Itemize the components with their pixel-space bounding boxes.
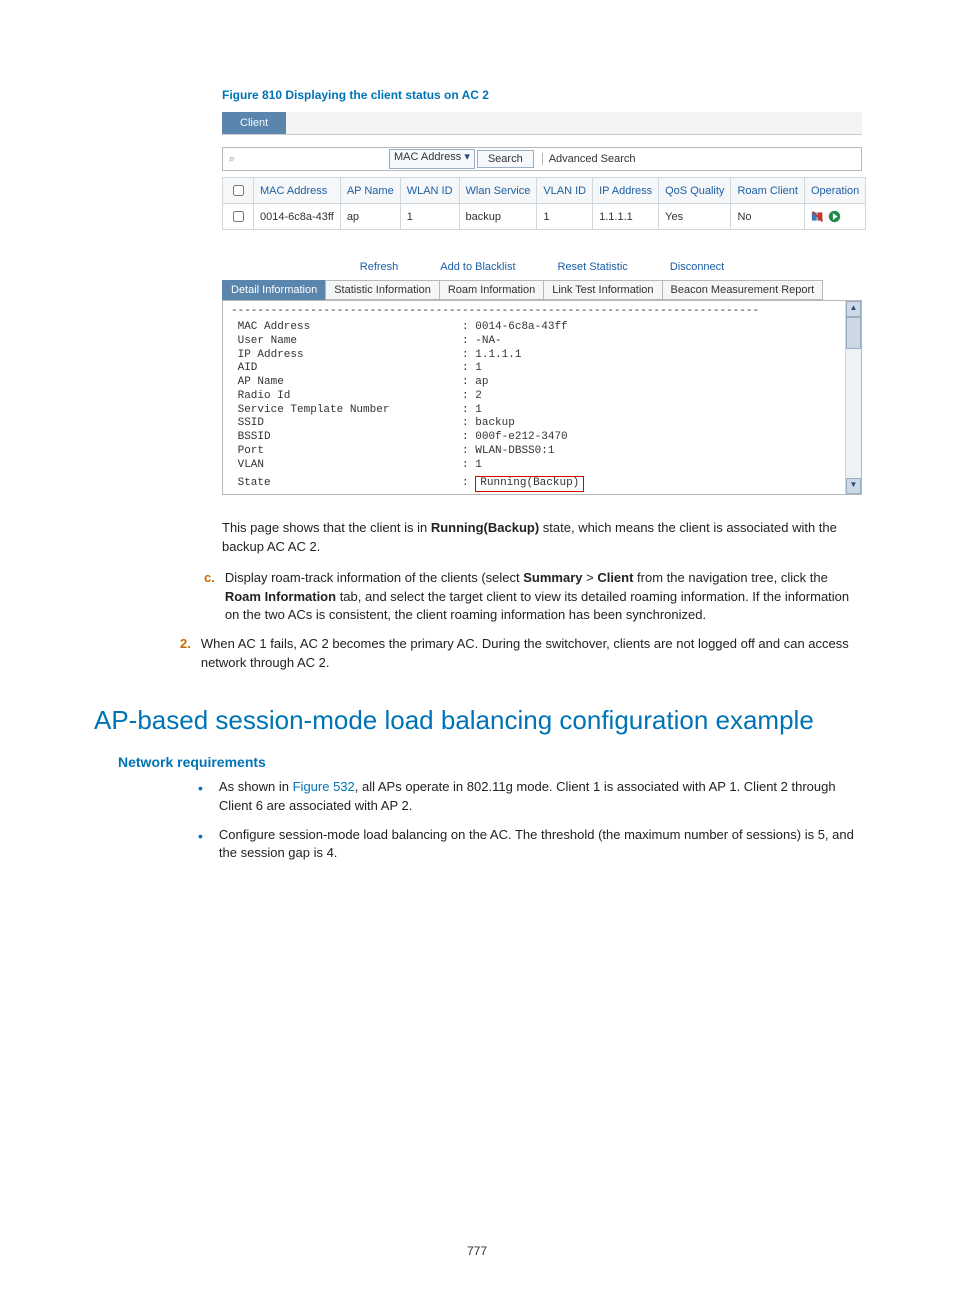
search-icon: ⌕: [225, 153, 239, 166]
col-roam[interactable]: Roam Client: [731, 178, 805, 204]
select-all-header[interactable]: [223, 178, 254, 204]
cell-operation: [804, 204, 865, 230]
subtab-row: Detail Information Statistic Information…: [222, 280, 862, 300]
tab-client[interactable]: Client: [222, 112, 286, 134]
embedded-screenshot: Client ⌕ MAC Address ▾ Search Advanced S…: [222, 112, 862, 495]
col-ip[interactable]: IP Address: [593, 178, 659, 204]
cell-qos: Yes: [659, 204, 731, 230]
text: Display roam-track information of the cl…: [225, 570, 523, 585]
bullet-icon: •: [198, 826, 203, 864]
paragraph-running-backup: This page shows that the client is in Ru…: [222, 519, 862, 557]
cell-service: backup: [459, 204, 537, 230]
text: This page shows that the client is in: [222, 520, 431, 535]
col-wlanid[interactable]: WLAN ID: [400, 178, 459, 204]
figure-link[interactable]: Figure 532: [293, 779, 355, 794]
advanced-search-link[interactable]: Advanced Search: [542, 153, 636, 165]
row-checkbox[interactable]: [233, 211, 244, 222]
text-bold: Running(Backup): [431, 520, 539, 535]
col-op[interactable]: Operation: [804, 178, 865, 204]
subtab-roam[interactable]: Roam Information: [439, 280, 544, 300]
col-vlan[interactable]: VLAN ID: [537, 178, 593, 204]
subheading-network-req: Network requirements: [118, 754, 860, 770]
cell-roam: No: [731, 204, 805, 230]
bullet-item: • Configure session-mode load balancing …: [198, 826, 860, 864]
bullet-item: • As shown in Figure 532, all APs operat…: [198, 778, 860, 816]
subtab-beacon[interactable]: Beacon Measurement Report: [662, 280, 824, 300]
cell-ip: 1.1.1.1: [593, 204, 659, 230]
scrollbar[interactable]: ▲ ▼: [845, 301, 861, 494]
col-service[interactable]: Wlan Service: [459, 178, 537, 204]
delete-icon[interactable]: [811, 210, 824, 223]
subtab-detail[interactable]: Detail Information: [222, 280, 326, 300]
play-icon[interactable]: [828, 210, 841, 223]
step-label: 2.: [180, 635, 191, 673]
text: Configure session-mode load balancing on…: [219, 826, 859, 864]
blacklist-button[interactable]: Add to Blacklist: [433, 258, 522, 276]
figure-caption: Figure 810 Displaying the client status …: [222, 88, 860, 102]
col-apname[interactable]: AP Name: [340, 178, 400, 204]
detail-lines: MAC Address : 0014-6c8a-43ff User Name :…: [223, 319, 861, 474]
subtab-linktest[interactable]: Link Test Information: [543, 280, 662, 300]
select-value: MAC Address: [394, 151, 461, 163]
text-bold: Roam Information: [225, 589, 336, 604]
text-bold: Client: [597, 570, 633, 585]
table-row: 0014-6c8a-43ff ap 1 backup 1 1.1.1.1 Yes…: [223, 204, 866, 230]
reset-button[interactable]: Reset Statistic: [551, 258, 635, 276]
scroll-down-icon[interactable]: ▼: [846, 478, 861, 494]
step-c: c. Display roam-track information of the…: [204, 569, 860, 626]
text-bold: Summary: [523, 570, 582, 585]
step-2: 2. When AC 1 fails, AC 2 becomes the pri…: [180, 635, 860, 673]
detail-panel: ----------------------------------------…: [222, 300, 862, 495]
state-value: Running(Backup): [475, 476, 584, 492]
text: >: [582, 570, 597, 585]
cell-mac[interactable]: 0014-6c8a-43ff: [254, 204, 341, 230]
col-mac[interactable]: MAC Address: [254, 178, 341, 204]
search-field-select[interactable]: MAC Address ▾: [389, 149, 475, 169]
scroll-up-icon[interactable]: ▲: [846, 301, 861, 317]
chevron-down-icon: ▾: [464, 151, 470, 163]
state-label: State: [238, 477, 271, 489]
tabbar: Client: [222, 112, 862, 135]
step-label: c.: [204, 569, 215, 626]
subtab-statistic[interactable]: Statistic Information: [325, 280, 440, 300]
detail-separator: ----------------------------------------…: [223, 303, 861, 319]
text: from the navigation tree, click the: [633, 570, 827, 585]
search-input[interactable]: [241, 150, 387, 168]
action-button-row: Refresh Add to Blacklist Reset Statistic…: [222, 258, 862, 276]
col-qos[interactable]: QoS Quality: [659, 178, 731, 204]
detail-state-line: State : Running(Backup): [223, 474, 861, 494]
cell-vlan: 1: [537, 204, 593, 230]
bullet-icon: •: [198, 778, 203, 816]
search-bar: ⌕ MAC Address ▾ Search Advanced Search: [222, 147, 862, 171]
page-number: 777: [0, 1244, 954, 1258]
cell-wlanid: 1: [400, 204, 459, 230]
select-all-checkbox[interactable]: [233, 185, 244, 196]
text: As shown in: [219, 779, 293, 794]
refresh-button[interactable]: Refresh: [353, 258, 406, 276]
text: When AC 1 fails, AC 2 becomes the primar…: [201, 635, 860, 673]
client-table: MAC Address AP Name WLAN ID Wlan Service…: [222, 177, 866, 230]
search-button[interactable]: Search: [477, 150, 534, 168]
disconnect-button[interactable]: Disconnect: [663, 258, 731, 276]
scroll-thumb[interactable]: [846, 317, 861, 349]
section-heading: AP-based session-mode load balancing con…: [94, 705, 860, 736]
cell-apname: ap: [340, 204, 400, 230]
